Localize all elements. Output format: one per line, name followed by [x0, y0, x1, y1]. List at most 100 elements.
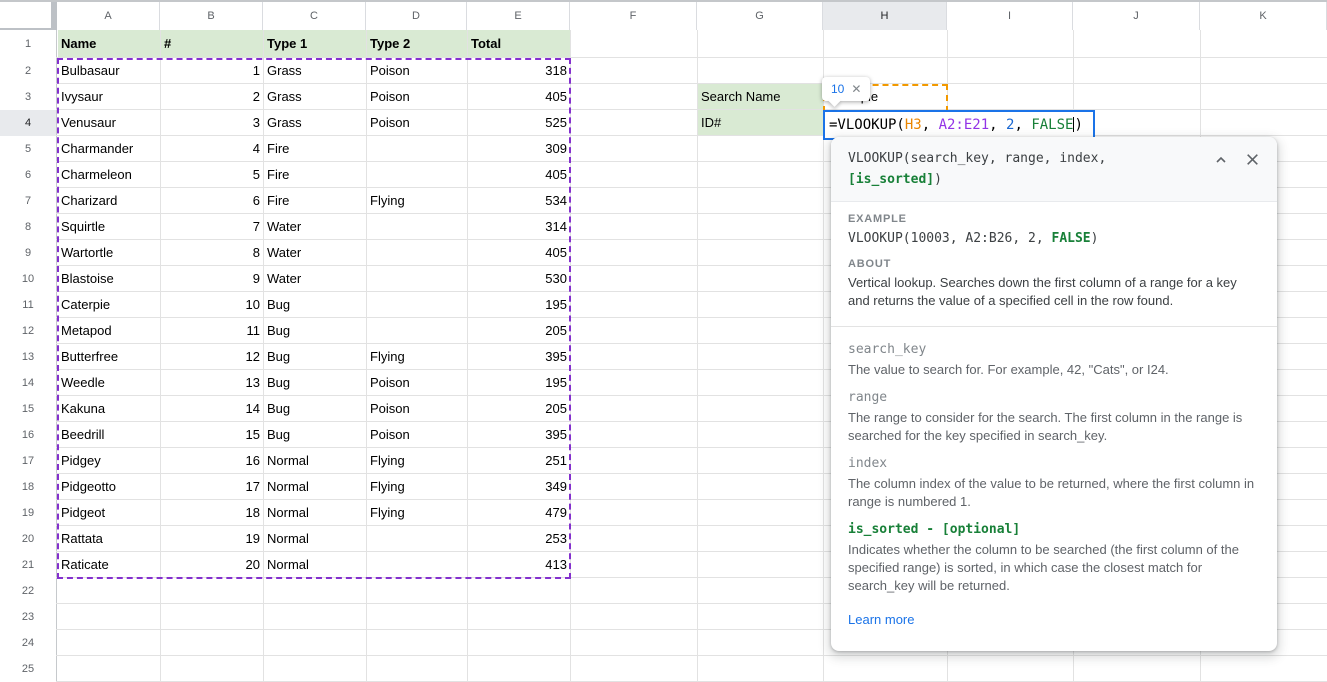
- table-row[interactable]: Pidgey: [58, 448, 160, 474]
- table-row[interactable]: Normal: [264, 474, 366, 500]
- table-row[interactable]: 395: [468, 344, 570, 370]
- row-header-8[interactable]: 8: [0, 214, 56, 240]
- table-row[interactable]: Charmander: [58, 136, 160, 162]
- table-header-cell[interactable]: Type 1: [264, 30, 366, 58]
- table-row[interactable]: Flying: [367, 448, 467, 474]
- column-header-j[interactable]: J: [1073, 2, 1200, 30]
- table-row[interactable]: Weedle: [58, 370, 160, 396]
- row-header-19[interactable]: 19: [0, 500, 56, 526]
- row-header-2[interactable]: 2: [0, 58, 56, 84]
- table-header-cell[interactable]: Type 2: [367, 30, 467, 58]
- table-row[interactable]: 195: [468, 292, 570, 318]
- table-row[interactable]: Caterpie: [58, 292, 160, 318]
- table-row[interactable]: 9: [161, 266, 263, 292]
- table-row[interactable]: 253: [468, 526, 570, 552]
- row-header-21[interactable]: 21: [0, 552, 56, 578]
- table-row[interactable]: Bug: [264, 422, 366, 448]
- table-row[interactable]: Squirtle: [58, 214, 160, 240]
- table-row[interactable]: 525: [468, 110, 570, 136]
- table-row[interactable]: Bug: [264, 344, 366, 370]
- table-row[interactable]: Pidgeotto: [58, 474, 160, 500]
- table-row[interactable]: Water: [264, 240, 366, 266]
- row-header-1[interactable]: 1: [0, 30, 56, 58]
- table-row[interactable]: 11: [161, 318, 263, 344]
- row-header-20[interactable]: 20: [0, 526, 56, 552]
- table-row[interactable]: Bug: [264, 370, 366, 396]
- row-header-4[interactable]: 4: [0, 110, 56, 136]
- table-row[interactable]: Normal: [264, 500, 366, 526]
- row-header-12[interactable]: 12: [0, 318, 56, 344]
- table-row[interactable]: Bug: [264, 292, 366, 318]
- column-header-d[interactable]: D: [366, 2, 467, 30]
- column-header-h[interactable]: H: [823, 2, 947, 30]
- table-row[interactable]: Ivysaur: [58, 84, 160, 110]
- close-icon[interactable]: [1245, 152, 1260, 167]
- table-row[interactable]: Poison: [367, 84, 467, 110]
- row-header-3[interactable]: 3: [0, 84, 56, 110]
- column-header-g[interactable]: G: [697, 2, 823, 30]
- table-row[interactable]: 205: [468, 396, 570, 422]
- table-row[interactable]: 20: [161, 552, 263, 578]
- table-row[interactable]: Flying: [367, 188, 467, 214]
- column-header-f[interactable]: F: [570, 2, 697, 30]
- table-row[interactable]: 18: [161, 500, 263, 526]
- table-row[interactable]: Water: [264, 266, 366, 292]
- column-header-e[interactable]: E: [467, 2, 570, 30]
- table-row[interactable]: 395: [468, 422, 570, 448]
- table-row[interactable]: 3: [161, 110, 263, 136]
- learn-more-link[interactable]: Learn more: [848, 611, 914, 629]
- column-header-b[interactable]: B: [160, 2, 263, 30]
- table-row[interactable]: 5: [161, 162, 263, 188]
- row-header-9[interactable]: 9: [0, 240, 56, 266]
- table-row[interactable]: 17: [161, 474, 263, 500]
- table-row[interactable]: Wartortle: [58, 240, 160, 266]
- table-row[interactable]: Kakuna: [58, 396, 160, 422]
- table-row[interactable]: 12: [161, 344, 263, 370]
- table-row[interactable]: Pidgeot: [58, 500, 160, 526]
- table-row[interactable]: Butterfree: [58, 344, 160, 370]
- table-row[interactable]: 534: [468, 188, 570, 214]
- table-row[interactable]: Grass: [264, 84, 366, 110]
- table-row[interactable]: Beedrill: [58, 422, 160, 448]
- table-row[interactable]: 6: [161, 188, 263, 214]
- table-row[interactable]: 1: [161, 58, 263, 84]
- row-header-10[interactable]: 10: [0, 266, 56, 292]
- table-row[interactable]: 8: [161, 240, 263, 266]
- table-row[interactable]: Fire: [264, 188, 366, 214]
- table-row[interactable]: Venusaur: [58, 110, 160, 136]
- table-row[interactable]: 309: [468, 136, 570, 162]
- row-header-17[interactable]: 17: [0, 448, 56, 474]
- table-row[interactable]: Normal: [264, 552, 366, 578]
- table-row[interactable]: 349: [468, 474, 570, 500]
- table-row[interactable]: 14: [161, 396, 263, 422]
- table-header-cell[interactable]: Total: [468, 30, 570, 58]
- table-row[interactable]: 318: [468, 58, 570, 84]
- column-header-c[interactable]: C: [263, 2, 366, 30]
- table-row[interactable]: 413: [468, 552, 570, 578]
- table-row[interactable]: Water: [264, 214, 366, 240]
- lookup-label-id[interactable]: ID#: [698, 110, 823, 136]
- table-row[interactable]: 10: [161, 292, 263, 318]
- table-row[interactable]: 2: [161, 84, 263, 110]
- table-row[interactable]: Charmeleon: [58, 162, 160, 188]
- row-header-22[interactable]: 22: [0, 578, 56, 604]
- row-header-15[interactable]: 15: [0, 396, 56, 422]
- table-row[interactable]: 405: [468, 84, 570, 110]
- table-header-cell[interactable]: #: [161, 30, 263, 58]
- table-row[interactable]: Flying: [367, 344, 467, 370]
- table-row[interactable]: Metapod: [58, 318, 160, 344]
- table-row[interactable]: Blastoise: [58, 266, 160, 292]
- table-row[interactable]: 405: [468, 162, 570, 188]
- table-row[interactable]: Rattata: [58, 526, 160, 552]
- table-row[interactable]: 205: [468, 318, 570, 344]
- table-row[interactable]: 405: [468, 240, 570, 266]
- table-row[interactable]: 15: [161, 422, 263, 448]
- table-row[interactable]: Charizard: [58, 188, 160, 214]
- table-row[interactable]: Poison: [367, 422, 467, 448]
- table-row[interactable]: Bulbasaur: [58, 58, 160, 84]
- table-row[interactable]: Poison: [367, 396, 467, 422]
- table-row[interactable]: Poison: [367, 58, 467, 84]
- row-header-23[interactable]: 23: [0, 604, 56, 630]
- table-row[interactable]: Bug: [264, 318, 366, 344]
- row-header-7[interactable]: 7: [0, 188, 56, 214]
